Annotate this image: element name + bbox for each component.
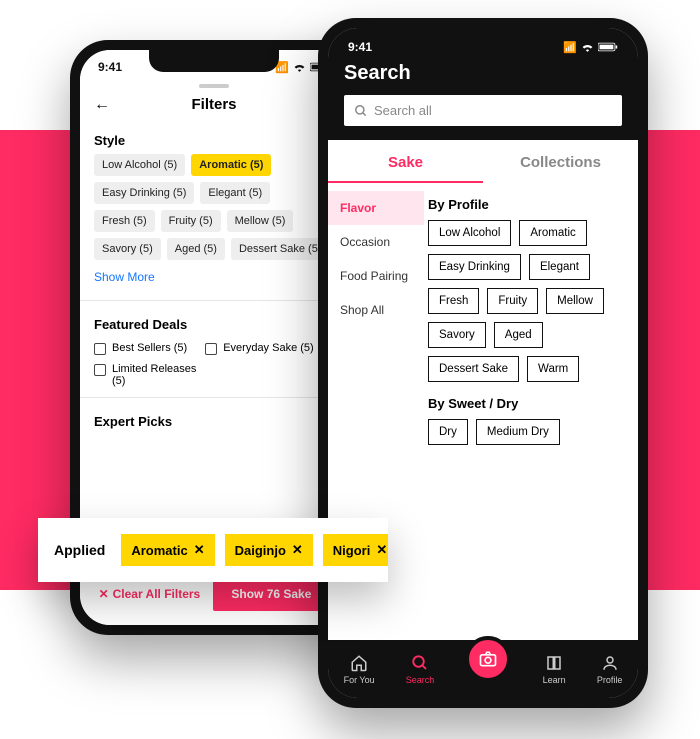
- rchip-low-alcohol[interactable]: Low Alcohol: [428, 220, 511, 246]
- clear-filters-button[interactable]: ✕ Clear All Filters: [99, 587, 201, 601]
- rchip-fresh[interactable]: Fresh: [428, 288, 479, 314]
- divider: [80, 397, 348, 398]
- chip-fresh[interactable]: Fresh (5): [94, 210, 155, 232]
- category-main: By Profile Low Alcohol Aromatic Easy Dri…: [424, 183, 638, 459]
- nav-for-you[interactable]: For You: [344, 654, 375, 685]
- back-icon[interactable]: ←: [94, 96, 110, 114]
- wifi-icon: [581, 42, 594, 52]
- profile-chips: Low Alcohol Aromatic Easy Drinking Elega…: [428, 220, 626, 382]
- section-title-featured: Featured Deals: [80, 307, 348, 338]
- section-title-style: Style: [80, 123, 348, 154]
- home-icon: [350, 654, 368, 672]
- check-label: Everyday Sake (5): [223, 342, 313, 354]
- chip-aromatic[interactable]: Aromatic (5): [191, 154, 271, 176]
- close-icon: ✕: [99, 587, 109, 601]
- search-tabs: Sake Collections: [328, 140, 638, 183]
- checkbox-icon: [94, 343, 106, 355]
- nav-learn[interactable]: Learn: [543, 654, 566, 685]
- applied-chip-aromatic[interactable]: Aromatic✕: [121, 534, 214, 566]
- close-icon[interactable]: ✕: [194, 542, 205, 558]
- nav-search[interactable]: Search: [406, 654, 435, 685]
- show-more-link[interactable]: Show More: [80, 260, 348, 294]
- check-label: Limited Releases (5): [112, 363, 204, 387]
- rchip-dessert-sake[interactable]: Dessert Sake: [428, 356, 519, 382]
- signal-icon: 📶: [563, 41, 577, 54]
- category-sidebar: Flavor Occasion Food Pairing Shop All: [328, 183, 424, 459]
- camera-fab[interactable]: [465, 636, 511, 682]
- filters-header: ← Filters: [80, 88, 348, 123]
- rchip-aromatic[interactable]: Aromatic: [519, 220, 586, 246]
- applied-label: Applied: [54, 542, 105, 558]
- chip-savory[interactable]: Savory (5): [94, 238, 161, 260]
- tab-collections[interactable]: Collections: [483, 140, 638, 183]
- rchip-elegant[interactable]: Elegant: [529, 254, 590, 280]
- checkbox-icon: [94, 364, 106, 376]
- camera-icon: [478, 649, 498, 669]
- filters-title: Filters: [191, 96, 236, 113]
- search-icon: [354, 104, 368, 118]
- nav-label: Search: [406, 675, 435, 685]
- search-input[interactable]: Search all: [344, 95, 622, 126]
- sweet-dry-chips: Dry Medium Dry: [428, 419, 626, 445]
- page-title: Search: [344, 62, 622, 85]
- check-everyday-sake[interactable]: Everyday Sake (5): [205, 342, 313, 355]
- close-icon[interactable]: ✕: [292, 542, 303, 558]
- status-time: 9:41: [98, 60, 122, 74]
- sidebar-item-shop-all[interactable]: Shop All: [328, 293, 424, 327]
- section-title-expert: Expert Picks: [80, 404, 348, 435]
- rchip-fruity[interactable]: Fruity: [487, 288, 538, 314]
- phone-notch: [418, 28, 548, 50]
- book-icon: [545, 654, 563, 672]
- chip-fruity[interactable]: Fruity (5): [161, 210, 221, 232]
- chip-low-alcohol[interactable]: Low Alcohol (5): [94, 154, 185, 176]
- group-title-sweet-dry: By Sweet / Dry: [428, 396, 626, 411]
- rchip-mellow[interactable]: Mellow: [546, 288, 604, 314]
- check-label: Best Sellers (5): [112, 342, 187, 354]
- check-limited-releases[interactable]: Limited Releases (5): [94, 363, 204, 387]
- applied-chip-nigori[interactable]: Nigori✕: [323, 534, 388, 566]
- nav-label: Profile: [597, 675, 623, 685]
- checkbox-icon: [205, 343, 217, 355]
- sidebar-item-occasion[interactable]: Occasion: [328, 225, 424, 259]
- featured-checks: Best Sellers (5) Everyday Sake (5) Limit…: [80, 338, 348, 391]
- search-placeholder: Search all: [374, 103, 432, 118]
- phone-notch: [149, 50, 279, 72]
- tab-sake[interactable]: Sake: [328, 140, 483, 183]
- close-icon[interactable]: ✕: [376, 542, 387, 558]
- rchip-savory[interactable]: Savory: [428, 322, 486, 348]
- chip-dessert-sake[interactable]: Dessert Sake (5): [231, 238, 330, 260]
- nav-label: For You: [344, 675, 375, 685]
- show-results-button[interactable]: Show 76 Sake: [213, 577, 329, 611]
- divider: [80, 300, 348, 301]
- battery-icon: [598, 42, 618, 52]
- sidebar-item-flavor[interactable]: Flavor: [328, 191, 424, 225]
- rchip-easy-drinking[interactable]: Easy Drinking: [428, 254, 521, 280]
- rchip-aged[interactable]: Aged: [494, 322, 543, 348]
- search-body: Flavor Occasion Food Pairing Shop All By…: [328, 183, 638, 459]
- chip-mellow[interactable]: Mellow (5): [227, 210, 294, 232]
- rchip-warm[interactable]: Warm: [527, 356, 579, 382]
- group-title-profile: By Profile: [428, 197, 626, 212]
- chip-easy-drinking[interactable]: Easy Drinking (5): [94, 182, 194, 204]
- phone-search: 9:41 📶 Search Search all Sake Collection…: [318, 18, 648, 708]
- style-chips: Low Alcohol (5) Aromatic (5) Easy Drinki…: [80, 154, 348, 260]
- status-time: 9:41: [348, 40, 372, 54]
- wifi-icon: [293, 62, 306, 72]
- sidebar-item-food-pairing[interactable]: Food Pairing: [328, 259, 424, 293]
- rchip-dry[interactable]: Dry: [428, 419, 468, 445]
- nav-label: Learn: [543, 675, 566, 685]
- nav-profile[interactable]: Profile: [597, 654, 623, 685]
- status-icons: 📶: [563, 41, 618, 54]
- chip-elegant[interactable]: Elegant (5): [200, 182, 270, 204]
- applied-filters-card: Applied Aromatic✕ Daiginjo✕ Nigori✕: [38, 518, 388, 582]
- bottom-nav: For You Search Learn Profile: [328, 640, 638, 698]
- person-icon: [601, 654, 619, 672]
- clear-label: Clear All Filters: [113, 587, 201, 601]
- check-best-sellers[interactable]: Best Sellers (5): [94, 342, 187, 355]
- applied-chip-daiginjo[interactable]: Daiginjo✕: [225, 534, 313, 566]
- search-icon: [411, 654, 429, 672]
- chip-aged[interactable]: Aged (5): [167, 238, 225, 260]
- rchip-medium-dry[interactable]: Medium Dry: [476, 419, 560, 445]
